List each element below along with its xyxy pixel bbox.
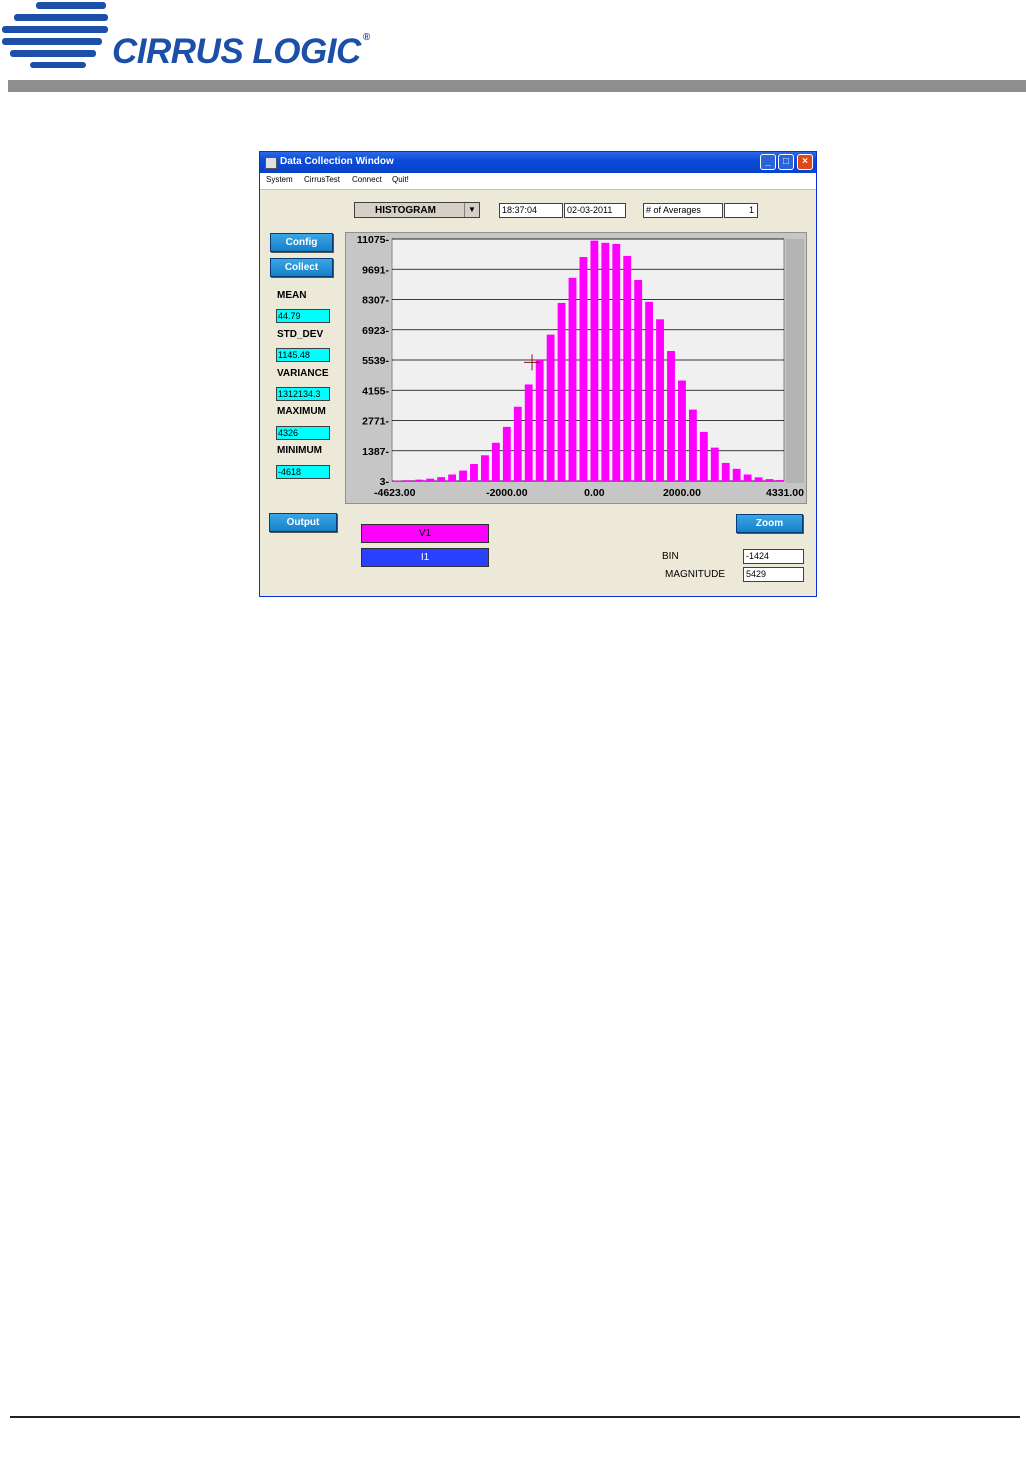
histogram-bar bbox=[612, 243, 621, 481]
date-field: 02-03-2011 bbox=[564, 203, 626, 218]
histogram-bar bbox=[688, 409, 697, 481]
bin-value: -1424 bbox=[743, 549, 804, 564]
y-tick-label: 6923- bbox=[362, 325, 389, 337]
plot-mode-select[interactable]: HISTOGRAM ▼ bbox=[354, 202, 480, 218]
histogram-bar bbox=[776, 479, 785, 481]
histogram-plot[interactable]: 11075- 9691- 8307- 6923- 5539- 4155- 2771- 1387… bbox=[346, 233, 806, 503]
chevron-down-icon: ▼ bbox=[464, 203, 479, 217]
histogram-bar bbox=[623, 255, 632, 481]
histogram-bar bbox=[524, 384, 533, 481]
zoom-button[interactable]: Zoom bbox=[736, 514, 803, 533]
y-tick-label: 11075- bbox=[357, 234, 390, 246]
std-dev-label: STD_DEV bbox=[277, 329, 324, 340]
y-tick-label: 5539- bbox=[362, 355, 389, 367]
mean-label: MEAN bbox=[277, 290, 307, 301]
y-tick-label: 4155- bbox=[362, 385, 389, 397]
channel-i1-button[interactable]: I1 bbox=[361, 548, 489, 567]
menu-quit[interactable]: Quit! bbox=[392, 175, 409, 184]
histogram-bar bbox=[513, 406, 522, 481]
histogram-bar bbox=[579, 257, 588, 481]
variance-label: VARIANCE bbox=[277, 368, 329, 379]
magnitude-value: 5429 bbox=[743, 567, 804, 582]
header-rule bbox=[8, 80, 1026, 92]
minimize-icon[interactable]: _ bbox=[760, 154, 776, 170]
histogram-bar bbox=[732, 468, 741, 481]
histogram-bar bbox=[415, 479, 424, 481]
histogram-bar bbox=[699, 431, 708, 481]
histogram-bar bbox=[765, 479, 774, 481]
magnitude-label: MAGNITUDE bbox=[665, 569, 725, 580]
minimum-value: -4618 bbox=[276, 465, 330, 479]
plot-mode-value: HISTOGRAM bbox=[375, 205, 436, 216]
histogram-bar bbox=[590, 240, 599, 481]
histogram-bar bbox=[568, 277, 577, 481]
logo-wordmark: CIRRUS LOGIC ® bbox=[112, 32, 370, 71]
logo-swirl-icon bbox=[2, 2, 108, 68]
app-icon bbox=[265, 157, 277, 169]
histogram-bar bbox=[546, 334, 555, 481]
y-tick-label: 1387- bbox=[362, 446, 389, 458]
time-field: 18:37:04 bbox=[499, 203, 563, 218]
histogram-bar bbox=[437, 477, 446, 481]
averages-input[interactable]: 1 bbox=[724, 203, 758, 218]
menu-connect[interactable]: Connect bbox=[352, 175, 382, 184]
histogram-bar bbox=[754, 477, 763, 481]
histogram-bar bbox=[710, 447, 719, 481]
histogram-bar bbox=[645, 301, 654, 481]
minimum-label: MINIMUM bbox=[277, 445, 322, 456]
output-button[interactable]: Output bbox=[269, 513, 337, 532]
variance-value: 1312134.3 bbox=[276, 387, 330, 401]
plot-side-bar bbox=[786, 239, 804, 483]
std-dev-value: 1145.48 bbox=[276, 348, 330, 362]
histogram-bar bbox=[743, 474, 752, 481]
collect-button[interactable]: Collect bbox=[270, 258, 333, 277]
y-tick-label: 8307- bbox=[362, 295, 389, 307]
cirrus-logic-logo: CIRRUS LOGIC ® bbox=[0, 0, 380, 75]
histogram-bar bbox=[667, 351, 675, 481]
histogram-bar bbox=[491, 442, 500, 481]
histogram-bar bbox=[502, 426, 511, 481]
histogram-bar bbox=[404, 480, 413, 481]
histogram-bar bbox=[721, 462, 730, 481]
histogram-bar bbox=[535, 359, 544, 481]
close-icon[interactable]: × bbox=[797, 154, 813, 170]
window-titlebar[interactable]: Data Collection Window _ □ × bbox=[260, 152, 816, 173]
x-tick-label: 2000.00 bbox=[663, 487, 701, 499]
y-tick-label: 9691- bbox=[362, 264, 389, 276]
data-collection-window: Data Collection Window _ □ × System Cirr… bbox=[259, 151, 817, 597]
bin-label: BIN bbox=[662, 551, 679, 562]
histogram-bar bbox=[448, 474, 457, 481]
window-title: Data Collection Window bbox=[280, 156, 394, 167]
histogram-bar bbox=[426, 478, 435, 481]
menu-system[interactable]: System bbox=[266, 175, 293, 184]
histogram-chart[interactable]: 11075- 9691- 8307- 6923- 5539- 4155- 2771- 1387… bbox=[345, 232, 807, 504]
x-tick-label: -2000.00 bbox=[486, 487, 528, 499]
footer-rule bbox=[10, 1416, 1020, 1418]
maximize-icon[interactable]: □ bbox=[778, 154, 794, 170]
averages-label: # of Averages bbox=[643, 203, 723, 218]
x-tick-label: 0.00 bbox=[584, 487, 605, 499]
histogram-bar bbox=[557, 302, 566, 481]
channel-v1-button[interactable]: V1 bbox=[361, 524, 489, 543]
maximum-label: MAXIMUM bbox=[277, 406, 326, 417]
histogram-bar bbox=[459, 470, 467, 481]
histogram-bar bbox=[601, 242, 610, 481]
x-tick-label: 4331.00 bbox=[766, 487, 804, 499]
mean-value: 44.79 bbox=[276, 309, 330, 323]
x-tick-label: -4623.00 bbox=[374, 487, 416, 499]
maximum-value: 4326 bbox=[276, 426, 330, 440]
histogram-bar bbox=[656, 319, 664, 481]
config-button[interactable]: Config bbox=[270, 233, 333, 252]
histogram-bar bbox=[481, 455, 489, 481]
menu-bar: System CirrusTest Connect Quit! bbox=[260, 173, 816, 190]
histogram-bar bbox=[678, 380, 686, 481]
y-tick-label: 2771- bbox=[362, 416, 389, 428]
histogram-bar bbox=[470, 464, 478, 481]
histogram-bar bbox=[634, 279, 643, 481]
menu-cirrustest[interactable]: CirrusTest bbox=[304, 175, 340, 184]
